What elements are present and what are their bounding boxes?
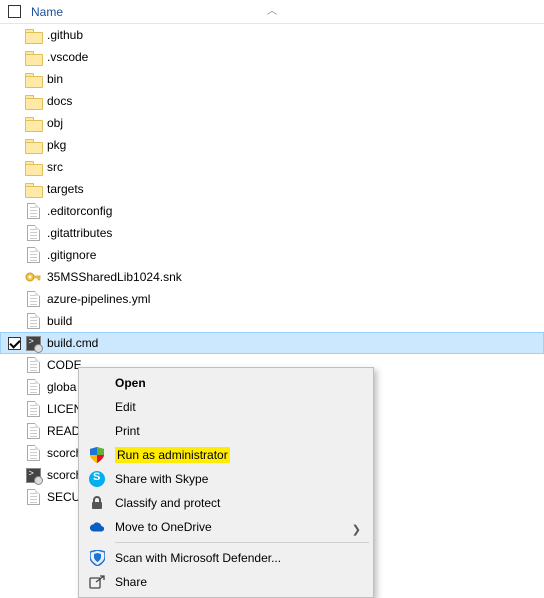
menu-open[interactable]: Open [81, 371, 371, 395]
file-name-label: targets [47, 182, 84, 196]
file-name-label: .vscode [47, 50, 88, 64]
share-icon [89, 574, 105, 590]
submenu-arrow-icon: ❯ [352, 523, 361, 536]
file-name-label: obj [47, 116, 63, 130]
file-row[interactable]: azure-pipelines.yml [0, 288, 544, 310]
file-icon [25, 401, 41, 417]
skype-icon [89, 471, 105, 487]
cmd-icon [25, 467, 41, 483]
file-icon [25, 489, 41, 505]
file-name-label: globa [47, 380, 76, 394]
menu-onedrive-label: Move to OneDrive [115, 520, 212, 534]
file-icon [25, 313, 41, 329]
menu-edit[interactable]: Edit [81, 395, 371, 419]
folder-icon [25, 27, 41, 43]
shield-icon [89, 447, 105, 463]
key-icon [25, 269, 41, 285]
menu-move-onedrive[interactable]: Move to OneDrive ❯ [81, 515, 371, 539]
lock-icon [89, 495, 105, 511]
file-name-label: src [47, 160, 63, 174]
file-name-label: READ [47, 424, 80, 438]
file-icon [25, 247, 41, 263]
file-icon [25, 423, 41, 439]
folder-icon [25, 71, 41, 87]
row-checkbox[interactable] [8, 337, 21, 350]
file-icon [25, 225, 41, 241]
file-name-label: build.cmd [47, 336, 98, 350]
menu-classify-protect[interactable]: Classify and protect [81, 491, 371, 515]
folder-icon [25, 49, 41, 65]
file-row[interactable]: .vscode [0, 46, 544, 68]
sort-indicator-icon: ︿ [267, 2, 277, 17]
file-row[interactable]: docs [0, 90, 544, 112]
file-row[interactable]: .gitattributes [0, 222, 544, 244]
file-name-label: build [47, 314, 72, 328]
file-row[interactable]: .gitignore [0, 244, 544, 266]
context-menu: Open Edit Print Run as administrator Sha… [78, 367, 374, 598]
file-name-label: .github [47, 28, 83, 42]
cloud-icon [89, 519, 105, 535]
menu-edit-label: Edit [115, 400, 136, 414]
menu-share[interactable]: Share [81, 570, 371, 594]
folder-icon [25, 137, 41, 153]
menu-separator [115, 542, 369, 543]
file-name-label: CODE [47, 358, 82, 372]
menu-share-label: Share [115, 575, 147, 589]
menu-share-skype[interactable]: Share with Skype [81, 467, 371, 491]
folder-icon [25, 159, 41, 175]
file-row[interactable]: 35MSSharedLib1024.snk [0, 266, 544, 288]
cmd-icon [25, 335, 41, 351]
menu-open-label: Open [115, 376, 146, 390]
folder-icon [25, 115, 41, 131]
menu-run-admin-label: Run as administrator [115, 447, 230, 463]
menu-run-as-administrator[interactable]: Run as administrator [81, 443, 371, 467]
menu-print[interactable]: Print [81, 419, 371, 443]
file-icon [25, 445, 41, 461]
folder-icon [25, 93, 41, 109]
menu-share-skype-label: Share with Skype [115, 472, 208, 486]
defender-icon [89, 550, 105, 566]
file-icon [25, 357, 41, 373]
file-row[interactable]: bin [0, 68, 544, 90]
file-row[interactable]: .editorconfig [0, 200, 544, 222]
file-name-label: 35MSSharedLib1024.snk [47, 270, 182, 284]
menu-classify-label: Classify and protect [115, 496, 220, 510]
folder-icon [25, 181, 41, 197]
file-name-label: .gitattributes [47, 226, 112, 240]
file-row[interactable]: build.cmd [0, 332, 544, 354]
file-row[interactable]: targets [0, 178, 544, 200]
file-name-label: pkg [47, 138, 66, 152]
file-icon [25, 203, 41, 219]
file-row[interactable]: obj [0, 112, 544, 134]
column-header-name[interactable]: Name [31, 5, 63, 19]
select-all-checkbox[interactable] [8, 5, 21, 18]
file-row[interactable]: .github [0, 24, 544, 46]
file-row[interactable]: src [0, 156, 544, 178]
file-name-label: azure-pipelines.yml [47, 292, 150, 306]
file-name-label: .gitignore [47, 248, 96, 262]
file-icon [25, 379, 41, 395]
file-name-label: docs [47, 94, 72, 108]
menu-defender-label: Scan with Microsoft Defender... [115, 551, 281, 565]
menu-print-label: Print [115, 424, 140, 438]
file-icon [25, 291, 41, 307]
file-row[interactable]: pkg [0, 134, 544, 156]
file-row[interactable]: build [0, 310, 544, 332]
file-name-label: .editorconfig [47, 204, 112, 218]
file-name-label: bin [47, 72, 63, 86]
column-header-row[interactable]: Name ︿ [0, 0, 544, 24]
